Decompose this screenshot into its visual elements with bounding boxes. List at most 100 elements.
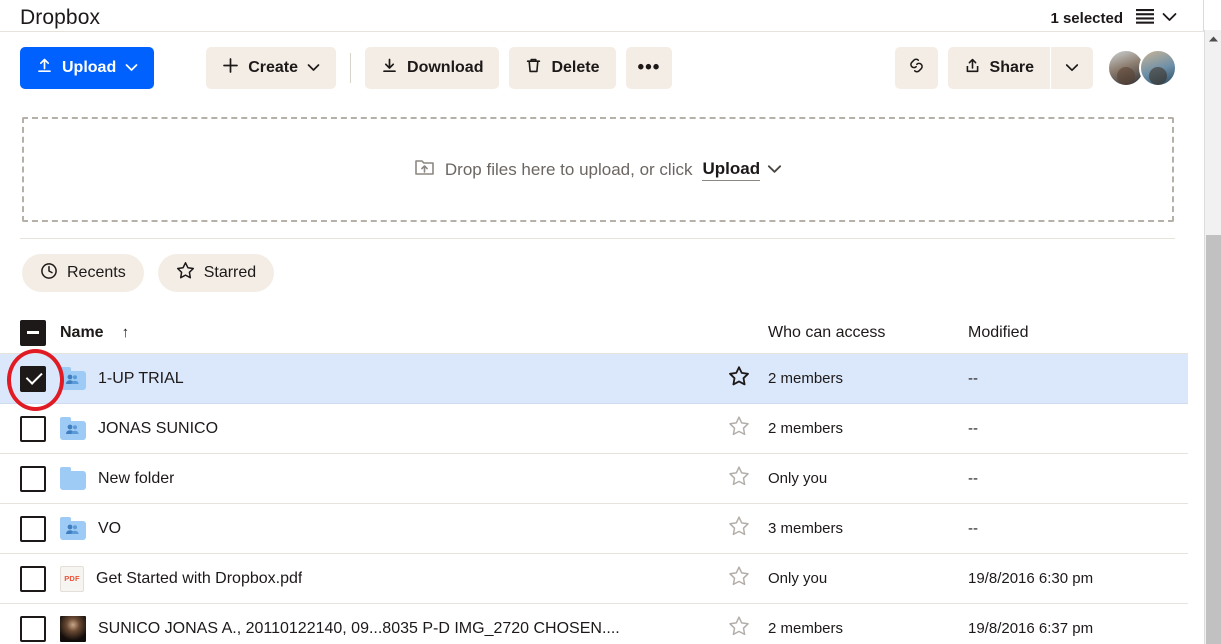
file-name[interactable]: Get Started with Dropbox.pdf: [96, 570, 302, 588]
list-view-icon: [1135, 8, 1155, 29]
row-star-cell[interactable]: [710, 415, 768, 442]
file-name[interactable]: New folder: [98, 470, 174, 488]
star-outline-icon: [728, 565, 750, 592]
row-checkbox[interactable]: [20, 365, 46, 392]
chain-link-icon: [907, 56, 926, 80]
upload-arrow-icon: [36, 57, 53, 79]
sort-ascending-icon: ↑: [121, 324, 130, 341]
table-row[interactable]: New folder Only you --: [0, 454, 1188, 504]
table-row[interactable]: PDF Get Started with Dropbox.pdf Only yo…: [0, 554, 1188, 604]
upload-button[interactable]: Upload: [20, 47, 155, 89]
table-row[interactable]: JONAS SUNICO 2 members --: [0, 404, 1188, 454]
dropzone-text: Drop files here to upload, or click: [444, 159, 693, 179]
row-checkbox-cell: [20, 365, 60, 392]
delete-button[interactable]: Delete: [509, 47, 616, 89]
trash-icon: [525, 57, 542, 79]
copy-link-button[interactable]: [894, 47, 938, 89]
row-star-cell[interactable]: [710, 565, 768, 592]
row-name-cell: New folder: [60, 466, 710, 490]
row-checkbox[interactable]: [20, 615, 46, 642]
star-outline-icon: [728, 465, 750, 492]
row-name-cell: VO: [60, 516, 710, 540]
shared-folder-icon: [60, 516, 86, 540]
create-button[interactable]: Create: [206, 47, 337, 89]
toolbar-divider: [350, 53, 352, 83]
row-star-cell[interactable]: [710, 615, 768, 642]
download-button-label: Download: [407, 59, 484, 76]
row-star-cell[interactable]: [710, 515, 768, 542]
row-checkbox-cell: [20, 515, 60, 542]
file-name[interactable]: SUNICO JONAS A., 20110122140, 09...8035 …: [98, 620, 620, 638]
access-value: 2 members: [768, 419, 844, 437]
row-star-cell[interactable]: [710, 365, 768, 392]
header-divider-vertical: [1203, 0, 1204, 31]
select-all-checkbox[interactable]: [20, 319, 46, 346]
table-header-row: Name ↑ Who can access Modified: [0, 312, 1188, 354]
row-checkbox[interactable]: [20, 565, 46, 592]
delete-button-label: Delete: [551, 59, 600, 76]
row-modified-cell: 19/8/2016 6:37 pm: [968, 620, 1188, 638]
image-thumbnail-icon: [60, 615, 86, 642]
column-header-access[interactable]: Who can access: [768, 324, 968, 342]
access-value: 3 members: [768, 519, 844, 537]
download-button[interactable]: Download: [365, 47, 500, 89]
filter-chip-starred[interactable]: Starred: [157, 254, 275, 292]
modified-value: --: [968, 519, 978, 537]
avatar[interactable]: [1139, 49, 1177, 87]
share-dropdown-button[interactable]: [1051, 47, 1093, 89]
page-title: Dropbox: [20, 6, 101, 29]
dropzone-upload-link[interactable]: Upload: [702, 159, 761, 181]
chevron-down-icon: [1162, 9, 1177, 27]
file-dropzone[interactable]: Drop files here to upload, or click Uplo…: [22, 117, 1174, 222]
ellipsis-icon: •••: [637, 57, 661, 79]
filter-chip-recents[interactable]: Recents: [22, 254, 144, 292]
more-actions-button[interactable]: •••: [625, 47, 673, 89]
upload-button-label: Upload: [62, 59, 117, 76]
row-access-cell: 2 members: [768, 370, 968, 388]
dropzone-content: Drop files here to upload, or click Uplo…: [414, 158, 782, 182]
column-header-name[interactable]: Name ↑: [60, 324, 710, 342]
table-row[interactable]: VO 3 members --: [0, 504, 1188, 554]
clock-icon: [40, 262, 58, 285]
view-mode-toggle[interactable]: [1135, 8, 1177, 29]
scrollbar-thumb[interactable]: [1206, 235, 1221, 644]
column-header-modified[interactable]: Modified: [968, 324, 1188, 342]
row-checkbox-cell: [20, 615, 60, 642]
share-button[interactable]: Share: [947, 47, 1050, 89]
star-outline-icon: [728, 415, 750, 442]
share-button-label: Share: [989, 59, 1034, 76]
row-checkbox-cell: [20, 415, 60, 442]
chevron-down-icon: [125, 59, 138, 77]
chevron-down-icon: [307, 59, 320, 77]
file-name[interactable]: JONAS SUNICO: [98, 420, 218, 438]
row-name-cell: JONAS SUNICO: [60, 416, 710, 440]
folder-icon: [60, 466, 86, 490]
download-arrow-icon: [381, 57, 398, 79]
file-name[interactable]: VO: [98, 520, 121, 538]
table-row[interactable]: SUNICO JONAS A., 20110122140, 09...8035 …: [0, 604, 1188, 644]
shared-folder-icon: [60, 416, 86, 440]
star-filled-icon: [728, 365, 750, 392]
filter-chips: Recents Starred: [22, 254, 275, 292]
star-outline-icon: [728, 615, 750, 642]
row-checkbox[interactable]: [20, 465, 46, 492]
modified-value: --: [968, 469, 978, 487]
access-value: 2 members: [768, 619, 844, 637]
row-modified-cell: --: [968, 370, 1188, 388]
vertical-scrollbar[interactable]: [1204, 30, 1221, 644]
modified-value: 19/8/2016 6:37 pm: [968, 619, 1094, 637]
table-row[interactable]: 1-UP TRIAL 2 members --: [0, 354, 1188, 404]
filter-chip-starred-label: Starred: [203, 264, 257, 281]
scroll-up-arrow-icon[interactable]: [1205, 30, 1221, 47]
row-access-cell: 2 members: [768, 620, 968, 638]
chevron-down-icon: [767, 161, 782, 179]
access-value: Only you: [768, 469, 828, 487]
share-upload-icon: [964, 57, 981, 79]
file-name[interactable]: 1-UP TRIAL: [98, 370, 184, 388]
row-checkbox[interactable]: [20, 415, 46, 442]
row-checkbox[interactable]: [20, 515, 46, 542]
section-divider: [20, 238, 1175, 239]
row-star-cell[interactable]: [710, 465, 768, 492]
row-name-cell: 1-UP TRIAL: [60, 366, 710, 390]
star-outline-icon: [728, 515, 750, 542]
